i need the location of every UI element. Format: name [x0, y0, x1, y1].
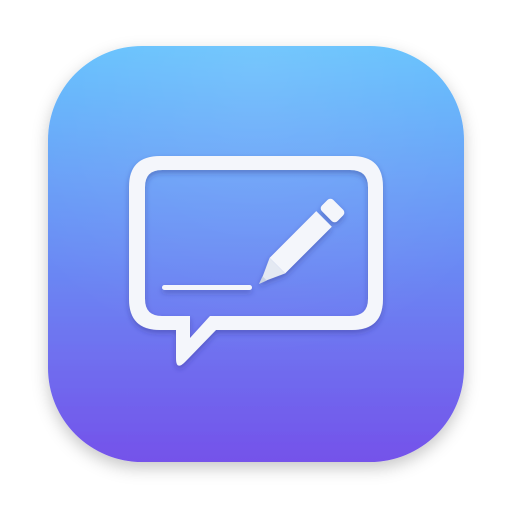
app-icon[interactable] [0, 0, 512, 512]
app-icon-stage [0, 0, 512, 512]
text-line [162, 285, 252, 290]
icon-background-glow [48, 46, 464, 462]
